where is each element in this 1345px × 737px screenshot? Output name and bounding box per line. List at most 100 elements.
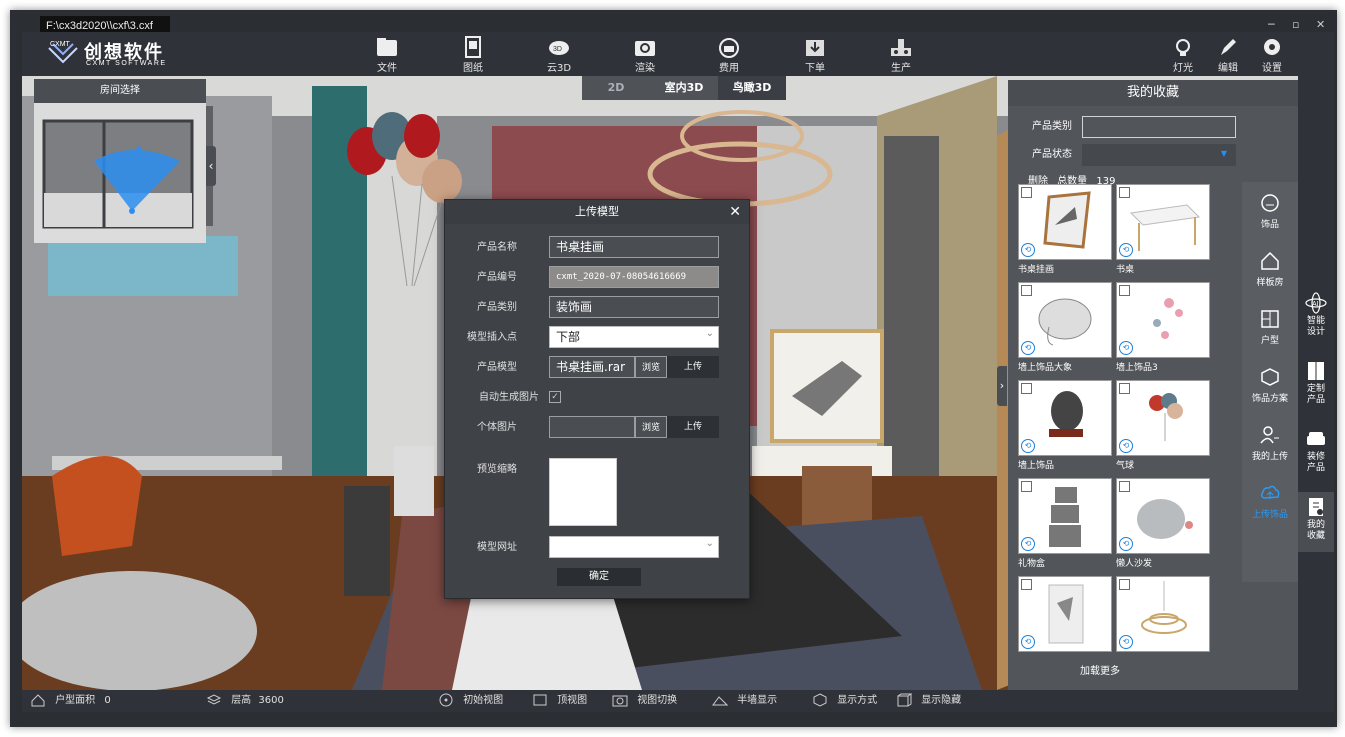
share-icon[interactable]: ⟲ xyxy=(1021,341,1035,355)
cost-button[interactable]: 费用 xyxy=(699,34,759,74)
model-upload-button[interactable]: 上传 xyxy=(667,356,719,378)
favorite-item[interactable]: ⟲ xyxy=(1116,576,1210,652)
item-checkbox[interactable] xyxy=(1119,383,1130,394)
drawing-button[interactable]: 图纸 xyxy=(443,34,503,74)
category-filter-input[interactable] xyxy=(1082,116,1236,138)
show-hide-button[interactable]: 显示隐藏 xyxy=(896,690,961,712)
favorite-item[interactable]: ⟲ xyxy=(1018,478,1112,554)
room-minimap[interactable] xyxy=(34,103,206,243)
favorite-item[interactable]: ⟲ xyxy=(1116,380,1210,456)
image-file-input[interactable] xyxy=(549,416,635,438)
product-code-input[interactable]: cxmt_2020-07-08054616669 xyxy=(549,266,719,288)
nav-floor-plan[interactable]: 户型 xyxy=(1242,308,1298,346)
svg-text:CXMT: CXMT xyxy=(50,41,71,48)
order-button[interactable]: 下单 xyxy=(785,34,845,74)
room-panel-collapse-button[interactable]: ‹ xyxy=(206,146,216,186)
model-url-select[interactable] xyxy=(549,536,719,558)
half-wall-button[interactable]: 半墙显示 xyxy=(712,690,777,712)
item-checkbox[interactable] xyxy=(1119,187,1130,198)
nav-upload-decor[interactable]: 上传饰品 xyxy=(1242,482,1298,520)
smart-design-label-1: 智能 xyxy=(1306,316,1325,326)
box-outline-icon xyxy=(897,693,912,707)
nav-decor[interactable]: 饰品 xyxy=(1242,192,1298,230)
item-checkbox[interactable] xyxy=(1021,579,1032,590)
auto-image-checkbox[interactable]: ✓ xyxy=(549,391,561,403)
product-category-input[interactable]: 装饰画 xyxy=(549,296,719,318)
item-checkbox[interactable] xyxy=(1021,187,1032,198)
image-browse-button[interactable]: 浏览 xyxy=(635,416,667,438)
decor-icon xyxy=(1261,194,1279,212)
product-name-input[interactable]: 书桌挂画 xyxy=(549,236,719,258)
item-checkbox[interactable] xyxy=(1119,481,1130,492)
load-more-button[interactable]: 加载更多 xyxy=(1080,662,1120,677)
share-icon[interactable]: ⟲ xyxy=(1021,243,1035,257)
settings-button[interactable]: 设置 xyxy=(1252,34,1292,74)
initial-view-button[interactable]: 初始视图 xyxy=(438,690,503,712)
close-icon[interactable]: ✕ xyxy=(1316,18,1325,31)
insert-point-select[interactable]: 下部 xyxy=(549,326,719,348)
status-filter-select[interactable] xyxy=(1082,144,1236,166)
minimize-icon[interactable]: ─ xyxy=(1268,18,1275,31)
item-checkbox[interactable] xyxy=(1119,579,1130,590)
smart-design-button[interactable]: AI 智能 设计 xyxy=(1298,288,1334,346)
share-icon[interactable]: ⟲ xyxy=(1119,341,1133,355)
file-label: 文件 xyxy=(377,63,397,74)
share-icon[interactable]: ⟲ xyxy=(1119,635,1133,649)
half-wall-icon xyxy=(712,696,728,706)
edit-button[interactable]: 编辑 xyxy=(1208,34,1248,74)
nav-decor-scheme[interactable]: 饰品方案 xyxy=(1242,366,1298,404)
share-icon[interactable]: ⟲ xyxy=(1119,537,1133,551)
confirm-button[interactable]: 确定 xyxy=(557,568,641,586)
favorite-item[interactable]: ⟲ xyxy=(1018,282,1112,358)
produce-button[interactable]: 生产 xyxy=(871,34,931,74)
model-file-input[interactable]: 书桌挂画.rar xyxy=(549,356,635,378)
file-button[interactable]: 文件 xyxy=(357,34,417,74)
item-checkbox[interactable] xyxy=(1021,481,1032,492)
model-browse-button[interactable]: 浏览 xyxy=(635,356,667,378)
favorite-item[interactable]: ⟲ xyxy=(1018,576,1112,652)
share-icon[interactable]: ⟲ xyxy=(1021,537,1035,551)
item-checkbox[interactable] xyxy=(1021,285,1032,296)
share-icon[interactable]: ⟲ xyxy=(1119,439,1133,453)
favorite-item[interactable]: ⟲ xyxy=(1018,380,1112,456)
share-icon[interactable]: ⟲ xyxy=(1021,635,1035,649)
image-upload-button[interactable]: 上传 xyxy=(667,416,719,438)
category-filter-label: 产品类别 xyxy=(1032,121,1072,132)
share-icon[interactable]: ⟲ xyxy=(1119,243,1133,257)
custom-product-button[interactable]: 定制 产品 xyxy=(1298,356,1334,414)
nav-sample-room[interactable]: 样板房 xyxy=(1242,250,1298,288)
tab-indoor-3d[interactable]: 室内3D xyxy=(650,76,718,100)
favorite-item[interactable]: ⟲ xyxy=(1018,184,1112,260)
favorite-item[interactable]: ⟲ xyxy=(1116,478,1210,554)
preview-thumbnail xyxy=(549,458,617,526)
favorite-item[interactable]: ⟲ xyxy=(1116,184,1210,260)
model-file-label: 产品模型 xyxy=(477,362,517,373)
decoration-product-button[interactable]: 装修 产品 xyxy=(1298,424,1334,482)
top-view-button[interactable]: 顶视图 xyxy=(532,690,587,712)
render-label: 渲染 xyxy=(635,63,655,74)
item-checkbox[interactable] xyxy=(1119,285,1130,296)
nav-my-upload[interactable]: 我的上传 xyxy=(1242,424,1298,462)
tab-2d[interactable]: 2D xyxy=(582,76,650,100)
light-button[interactable]: 灯光 xyxy=(1163,34,1203,74)
item-name: 气球 xyxy=(1116,461,1135,471)
dialog-close-icon[interactable]: ✕ xyxy=(729,200,741,224)
display-mode-button[interactable]: 显示方式 xyxy=(812,690,877,712)
favorite-item[interactable]: ⟲ xyxy=(1116,282,1210,358)
my-favorites-button[interactable]: 我的 收藏 xyxy=(1298,492,1334,552)
share-icon[interactable]: ⟲ xyxy=(1021,439,1035,453)
scene-viewport[interactable]: 2D 室内3D 鸟瞰3D 房间选择 ‹ 上传模型 ✕ 产品名称 书桌挂画 产品编… xyxy=(22,76,1298,690)
product-code-label: 产品编号 xyxy=(477,272,517,283)
favorites-collapse-button[interactable]: › xyxy=(997,366,1007,406)
cloud3d-button[interactable]: 3D 云3D xyxy=(529,34,589,74)
edit-label: 编辑 xyxy=(1218,63,1238,74)
floor-height-label: 层高 xyxy=(231,695,252,706)
render-button[interactable]: 渲染 xyxy=(615,34,675,74)
view-switch-button[interactable]: 视图切换 xyxy=(612,690,677,712)
cost-label: 费用 xyxy=(719,63,739,74)
item-checkbox[interactable] xyxy=(1021,383,1032,394)
favorites-title: 我的收藏 xyxy=(1008,80,1298,106)
tab-bird-3d[interactable]: 鸟瞰3D xyxy=(718,76,786,100)
maximize-icon[interactable]: ▫ xyxy=(1292,18,1299,31)
upload-model-dialog: 上传模型 ✕ 产品名称 书桌挂画 产品编号 cxmt_2020-07-08054… xyxy=(444,199,750,599)
